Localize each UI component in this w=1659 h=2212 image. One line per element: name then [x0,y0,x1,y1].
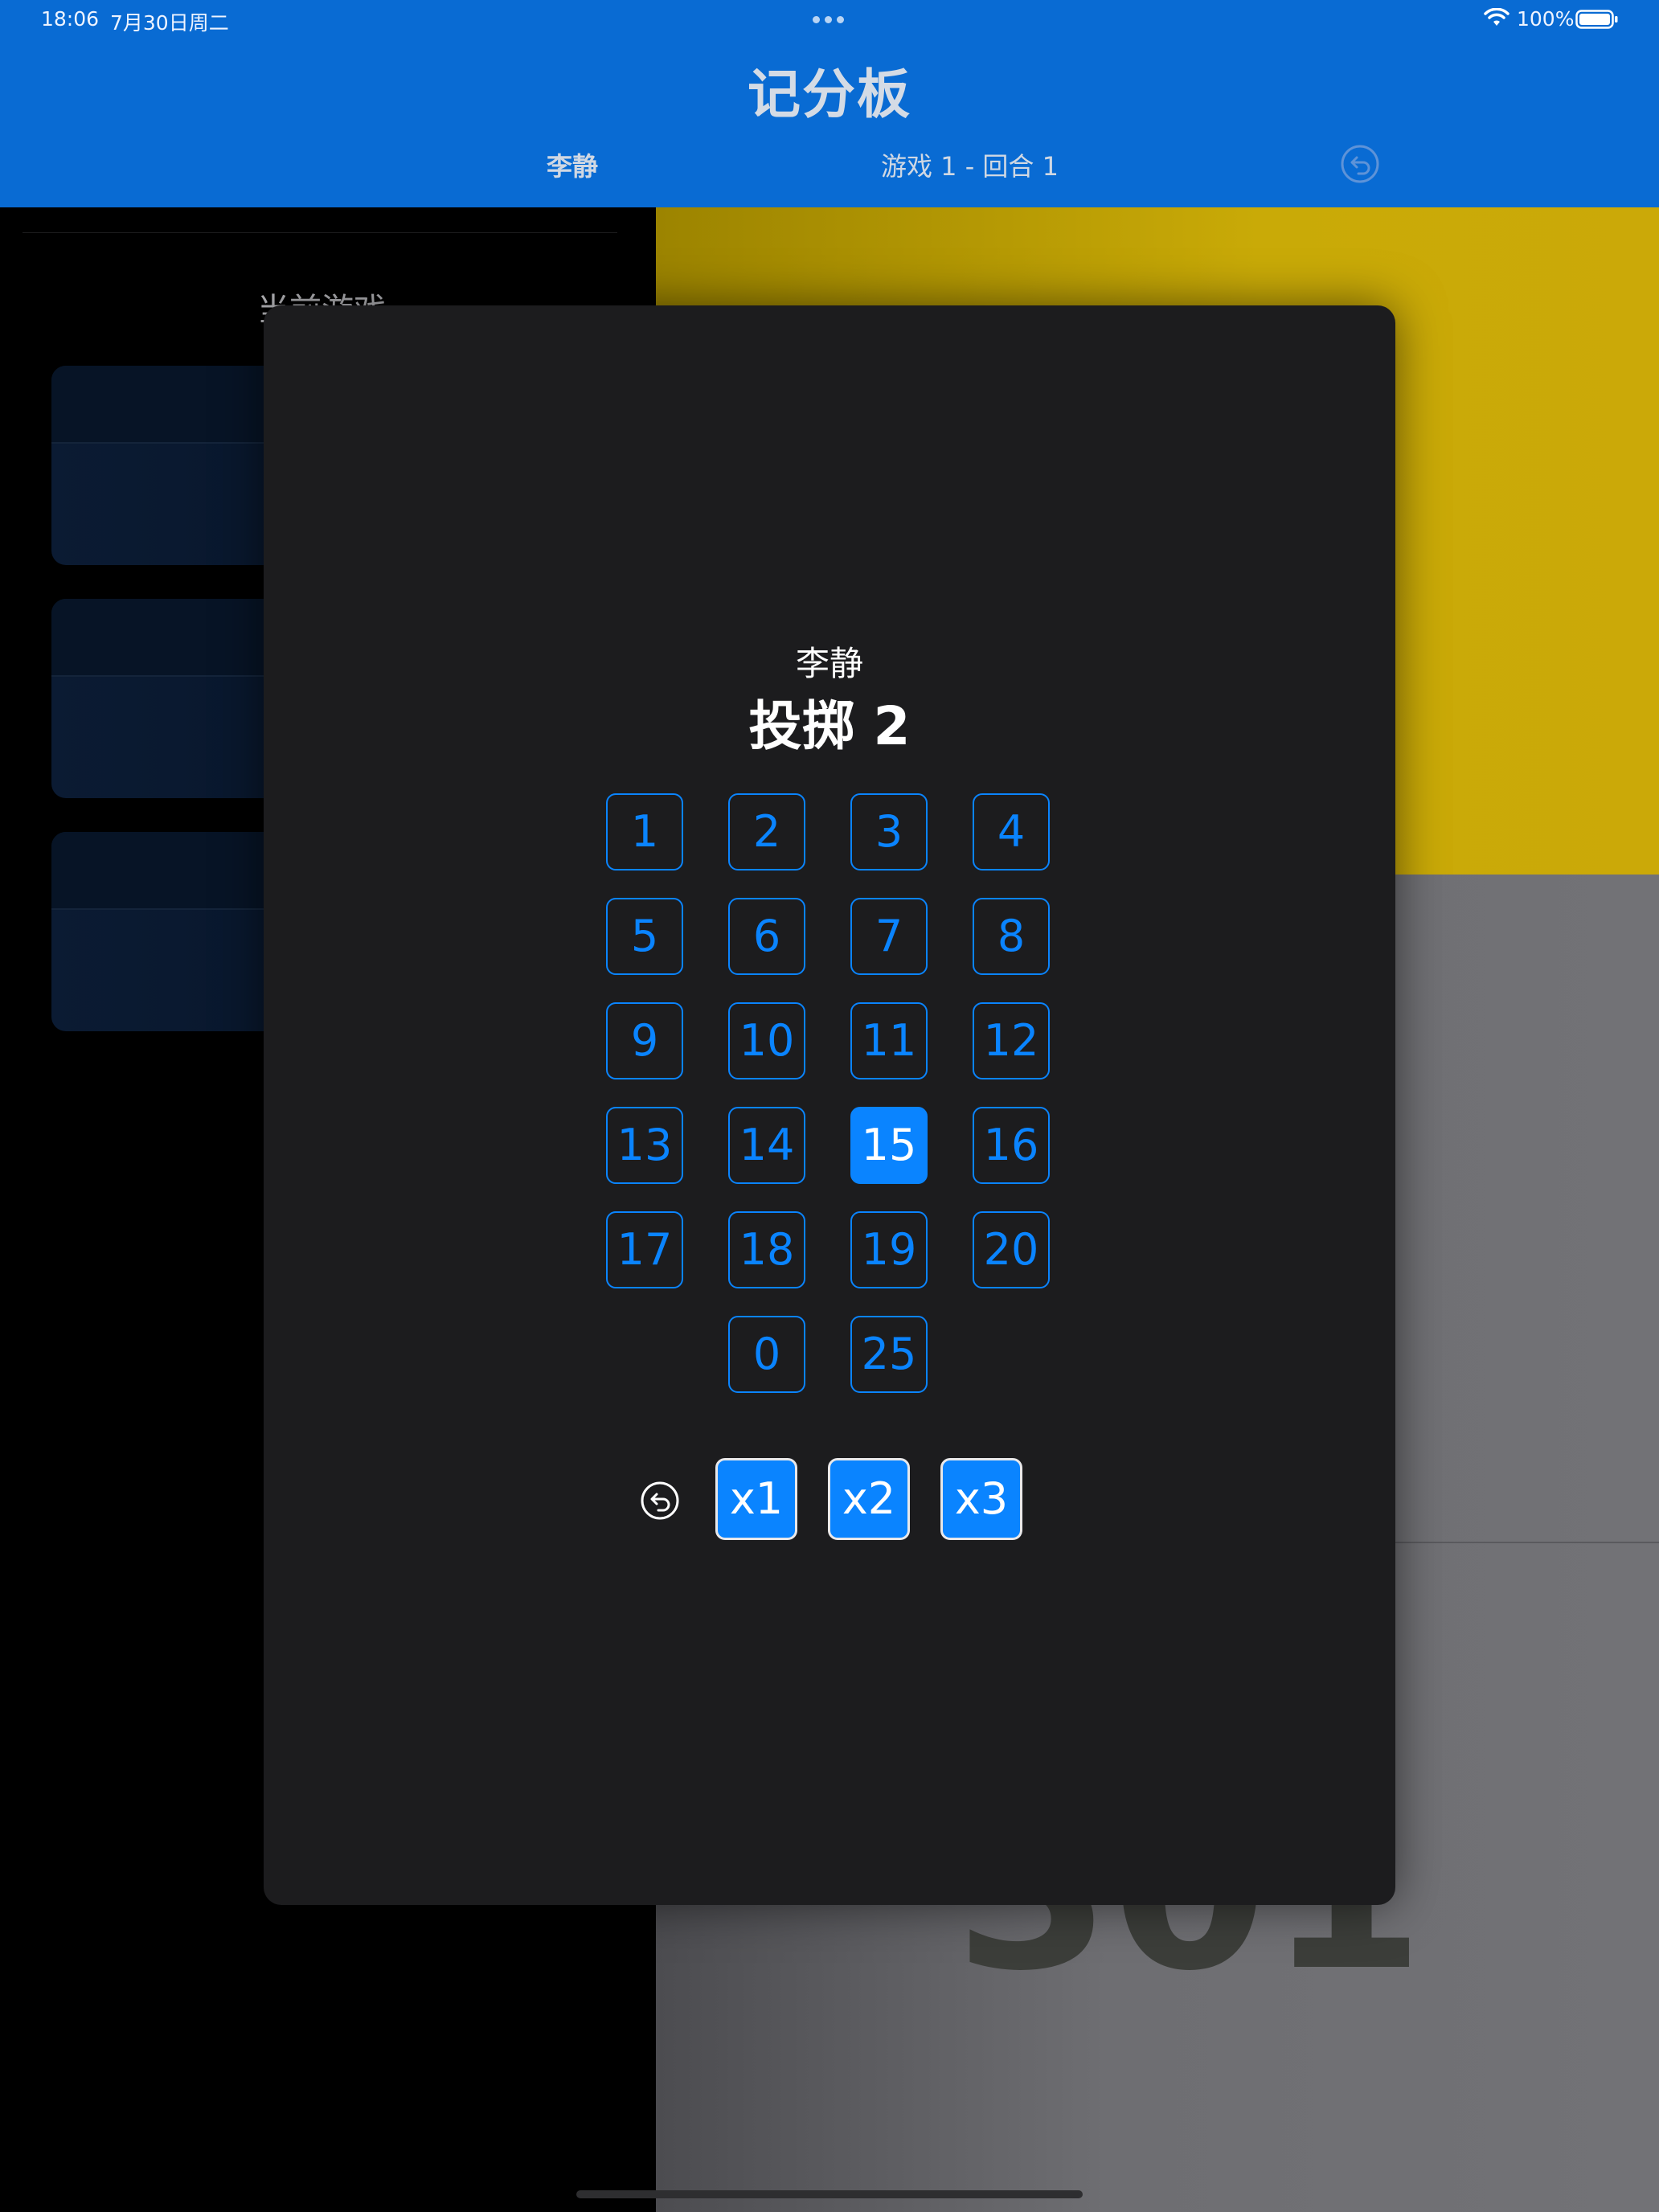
score-button-7[interactable]: 7 [850,898,928,975]
score-button-17[interactable]: 17 [606,1211,683,1288]
score-button-10[interactable]: 10 [728,1002,805,1079]
throw-label: 投掷 2 [748,695,911,757]
undo-icon[interactable] [1339,143,1381,185]
undo-icon[interactable] [639,1480,681,1522]
score-button-12[interactable]: 12 [973,1002,1050,1079]
score-button-5[interactable]: 5 [606,898,683,975]
page-title: 记分板 [748,63,911,125]
wifi-icon [1484,8,1509,26]
score-button-8[interactable]: 8 [973,898,1050,975]
battery-icon [1575,10,1618,29]
status-time: 18:06 [41,7,100,31]
screen: 18:06 7月30日周二 100% 记分板 李静 游戏 1 - 回合 1 当前… [0,0,1659,2212]
divider [23,232,617,233]
multiplier-x2-button[interactable]: x2 [828,1458,910,1540]
score-button-1[interactable]: 1 [606,793,683,870]
score-button-6[interactable]: 6 [728,898,805,975]
multitasking-dots-icon[interactable] [813,16,844,23]
score-button-4[interactable]: 4 [973,793,1050,870]
multiplier-x1-button[interactable]: x1 [715,1458,797,1540]
modal-player-name: 李静 [795,644,863,683]
score-button-15[interactable]: 15 [850,1107,928,1184]
status-date: 7月30日周二 [110,11,229,35]
score-button-25[interactable]: 25 [850,1316,928,1393]
score-button-19[interactable]: 19 [850,1211,928,1288]
game-round-label: 游戏 1 - 回合 1 [881,151,1059,182]
score-button-13[interactable]: 13 [606,1107,683,1184]
score-button-0[interactable]: 0 [728,1316,805,1393]
score-button-9[interactable]: 9 [606,1002,683,1079]
score-entry-modal: 李静 投掷 2 1 2 3 4 5 6 7 8 9 10 11 12 13 14 15 16 17 18 19 20 0… [264,305,1395,1905]
score-button-18[interactable]: 18 [728,1211,805,1288]
battery-percentage: 100% [1517,7,1575,31]
multiplier-x3-button[interactable]: x3 [940,1458,1022,1540]
score-button-2[interactable]: 2 [728,793,805,870]
score-button-16[interactable]: 16 [973,1107,1050,1184]
score-grid: 1 2 3 4 5 6 7 8 9 10 11 12 13 14 15 16 17 18 19 20 0 25 [606,793,1072,1393]
app-header: 18:06 7月30日周二 100% 记分板 李静 游戏 1 - 回合 1 [0,0,1659,207]
score-button-3[interactable]: 3 [850,793,928,870]
score-button-11[interactable]: 11 [850,1002,928,1079]
score-button-14[interactable]: 14 [728,1107,805,1184]
divider [1392,1542,1659,1543]
score-button-20[interactable]: 20 [973,1211,1050,1288]
home-indicator[interactable] [576,2190,1083,2198]
current-player-label: 李静 [547,151,599,182]
